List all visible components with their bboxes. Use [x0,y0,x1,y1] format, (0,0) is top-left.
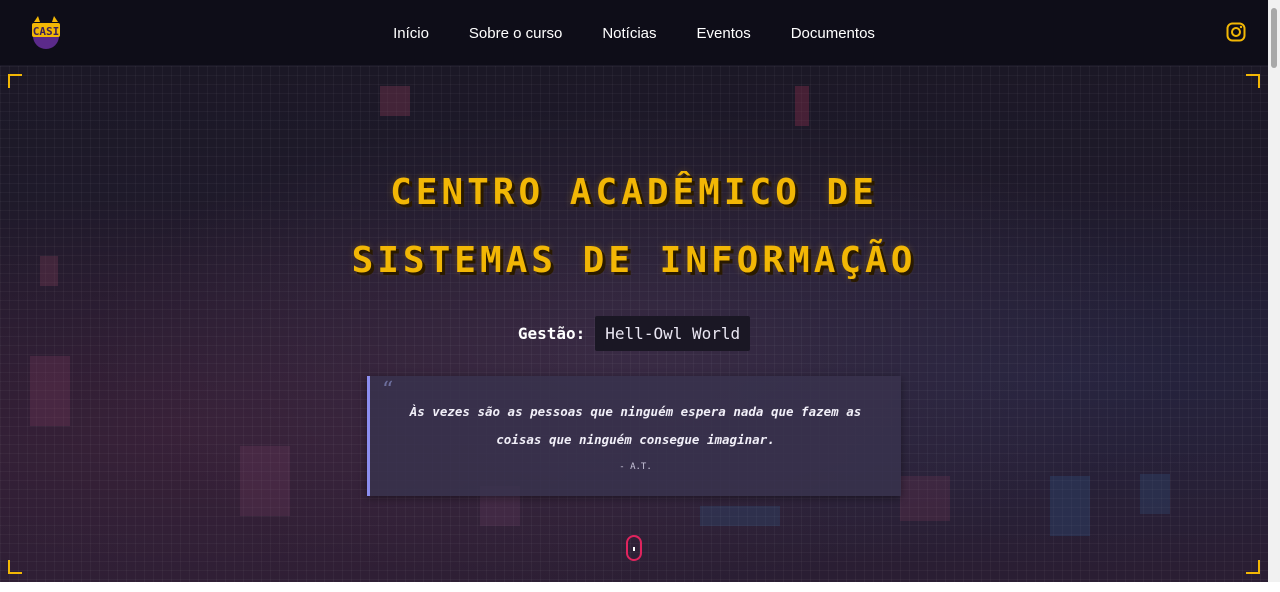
frame-corner-bottom-right [1246,560,1260,574]
nav-item-noticias[interactable]: Notícias [582,25,676,42]
main-nav: Início Sobre o curso Notícias Eventos Do… [0,0,1268,66]
frame-corner-top-right [1246,74,1260,88]
quote-author: - A.T. [619,462,652,472]
frame-corner-bottom-left [8,560,22,574]
hero-title-line2: SISTEMAS DE INFORMAÇÃO [351,240,917,281]
nav-item-inicio[interactable]: Início [373,25,449,42]
nav-item-eventos[interactable]: Eventos [677,25,771,42]
quote-text: Às vezes são as pessoas que ninguém espe… [409,404,862,447]
gestao-row: Gestão: Hell-Owl World [0,316,1268,351]
page-scrollbar[interactable] [1268,0,1280,582]
quote-box: “ Às vezes são as pessoas que ninguém es… [367,376,901,496]
scrollbar-thumb[interactable] [1271,8,1277,68]
nav-item-sobre-o-curso[interactable]: Sobre o curso [449,25,582,42]
hero-title-line1: CENTRO ACADÊMICO DE [390,172,878,213]
gestao-label: Gestão: [517,324,586,343]
frame-corner-top-left [8,74,22,88]
hero-section: CENTRO ACADÊMICO DE SISTEMAS DE INFORMAÇ… [0,66,1268,582]
navbar: CASI Início Sobre o curso Notícias Event… [0,0,1268,66]
instagram-icon[interactable] [1226,22,1246,42]
scroll-dot [633,547,635,551]
gestao-value: Hell-Owl World [595,316,751,351]
scroll-down-indicator[interactable] [626,535,642,561]
page-bottom-strip [0,582,1280,592]
nav-item-documentos[interactable]: Documentos [771,25,895,42]
